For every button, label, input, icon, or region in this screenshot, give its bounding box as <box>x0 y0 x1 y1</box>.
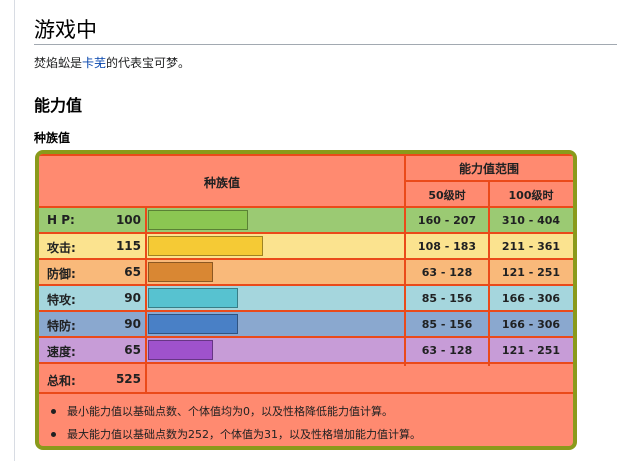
stat-value: 65 <box>124 265 141 279</box>
note-max: 最大能力值以基础点数为252，个体值为31，以及性格增加能力值计算。 <box>67 428 421 441</box>
stat-row: 防御: 65 63 - 128 121 - 251 <box>39 260 573 284</box>
section-divider <box>34 44 617 45</box>
range-lv100: 310 - 404 <box>501 214 561 227</box>
stat-value: 65 <box>124 343 141 357</box>
gym-leader-link[interactable]: 卡芜 <box>82 56 106 70</box>
stat-value: 115 <box>115 239 141 253</box>
grid-line <box>39 206 573 208</box>
stat-row: 特攻: 90 85 - 156 166 - 306 <box>39 286 573 310</box>
range-lv50: 85 - 156 <box>421 292 473 305</box>
stat-row: 速度: 65 63 - 128 121 - 251 <box>39 338 573 362</box>
stat-label: 特攻: <box>47 293 76 307</box>
stats-heading: 能力值 <box>34 96 83 115</box>
stat-bar <box>148 262 213 282</box>
grid-line <box>404 180 573 182</box>
range-lv50: 160 - 207 <box>417 214 477 227</box>
intro-mid: 是 <box>70 56 83 70</box>
stat-bar <box>148 340 213 360</box>
header-level-100: 100级时 <box>508 189 554 202</box>
stat-value: 100 <box>115 213 141 227</box>
total-row: 总和: 525 <box>39 366 573 392</box>
bullet-icon <box>51 432 56 437</box>
stat-label: 速度: <box>47 345 76 359</box>
stat-label: 攻击: <box>47 241 76 255</box>
header-level-50: 50级时 <box>428 189 466 202</box>
section-title: 游戏中 <box>34 18 97 42</box>
total-value: 525 <box>115 372 141 386</box>
stat-value: 90 <box>124 317 141 331</box>
header-base-stats: 种族值 <box>203 176 240 190</box>
stat-bar <box>148 288 238 308</box>
total-label: 总和: <box>47 374 76 388</box>
bullet-icon <box>51 409 56 414</box>
grid-line <box>488 180 490 366</box>
range-lv100: 166 - 306 <box>501 318 561 331</box>
stat-label: H P: <box>47 213 75 227</box>
header-stat-range: 能力值范围 <box>458 162 519 176</box>
pokemon-name: 焚焰蚣 <box>34 56 71 70</box>
stat-value: 90 <box>124 291 141 305</box>
grid-line <box>404 154 406 366</box>
range-lv100: 211 - 361 <box>501 240 561 253</box>
range-lv100: 121 - 251 <box>501 266 561 279</box>
range-lv50: 63 - 128 <box>421 266 473 279</box>
stat-label: 防御: <box>47 267 76 281</box>
content-left-border <box>14 0 15 461</box>
base-stats-heading: 种族值 <box>34 131 71 145</box>
stat-row: 攻击: 115 108 - 183 211 - 361 <box>39 234 573 258</box>
intro-tail: 的代表宝可梦。 <box>106 56 191 70</box>
grid-line <box>39 362 573 364</box>
grid-line <box>39 392 573 394</box>
stat-row: H P: 100 160 - 207 310 - 404 <box>39 208 573 232</box>
stat-bar <box>148 210 248 230</box>
grid-line <box>145 206 147 392</box>
range-lv50: 108 - 183 <box>417 240 477 253</box>
stat-label: 特防: <box>47 319 76 333</box>
stat-bar <box>148 314 238 334</box>
range-lv100: 166 - 306 <box>501 292 561 305</box>
range-lv100: 121 - 251 <box>501 344 561 357</box>
grid-line <box>39 154 573 156</box>
note-min: 最小能力值以基础点数、个体值均为0，以及性格降低能力值计算。 <box>67 405 393 418</box>
range-lv50: 63 - 128 <box>421 344 473 357</box>
range-lv50: 85 - 156 <box>421 318 473 331</box>
stat-row: 特防: 90 85 - 156 166 - 306 <box>39 312 573 336</box>
intro-text: 焚焰蚣是卡芜的代表宝可梦。 <box>34 54 190 71</box>
base-stats-table: 种族值 能力值范围 50级时 100级时 H P: 100 160 - 207 310… <box>35 150 577 450</box>
stat-bar <box>148 236 263 256</box>
